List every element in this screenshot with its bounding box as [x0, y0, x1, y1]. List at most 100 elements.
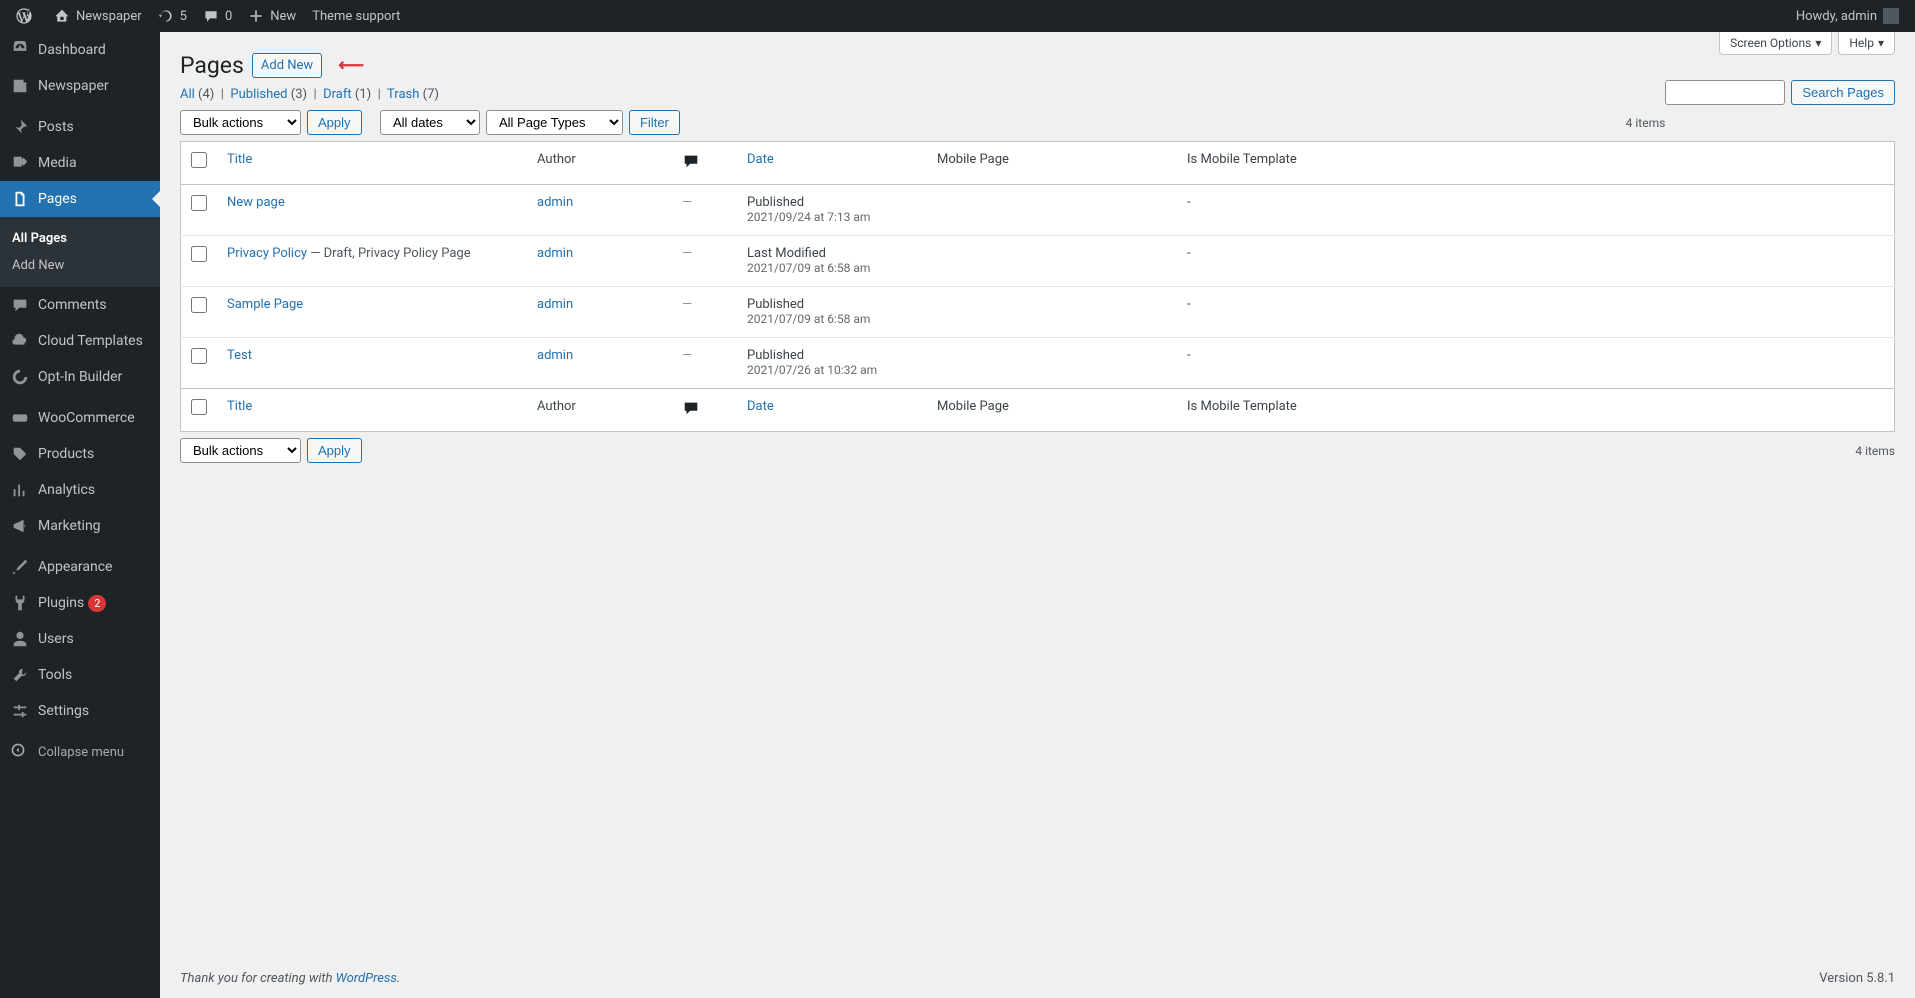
search-button[interactable]: Search Pages — [1791, 80, 1895, 105]
col-is-mobile-template: Is Mobile Template — [1177, 389, 1895, 432]
col-title[interactable]: Title — [227, 399, 252, 414]
items-count-bottom: 4 items — [1855, 444, 1895, 458]
bulk-actions-select-bottom[interactable]: Bulk actions — [180, 438, 301, 463]
optin-icon — [10, 367, 30, 387]
filter-draft[interactable]: Draft — [323, 87, 352, 102]
filter-button[interactable]: Filter — [629, 110, 680, 135]
admin-bar-right: Howdy, admin — [1788, 0, 1907, 32]
my-account[interactable]: Howdy, admin — [1788, 0, 1907, 32]
add-new-button[interactable]: Add New — [252, 53, 322, 78]
avatar — [1883, 8, 1899, 24]
select-all-checkbox-bottom[interactable] — [191, 399, 207, 415]
caret-down-icon: ▾ — [1878, 36, 1884, 50]
wordpress-icon — [16, 8, 32, 24]
collapse-menu[interactable]: Collapse menu — [0, 734, 160, 770]
col-author: Author — [527, 389, 672, 432]
col-title[interactable]: Title — [227, 152, 252, 167]
apply-button[interactable]: Apply — [307, 110, 362, 135]
row-datetime: 2021/07/09 at 6:58 am — [747, 312, 870, 326]
sidebar-item-optin[interactable]: Opt-In Builder — [0, 359, 160, 395]
plus-icon — [248, 8, 264, 24]
sidebar-item-users[interactable]: Users — [0, 621, 160, 657]
sidebar-item-appearance[interactable]: Appearance — [0, 549, 160, 585]
sidebar-item-products[interactable]: Products — [0, 436, 160, 472]
apply-button-bottom[interactable]: Apply — [307, 438, 362, 463]
comments-link[interactable]: 0 — [195, 0, 240, 32]
sidebar-item-woocommerce[interactable]: WooCommerce — [0, 400, 160, 436]
sidebar-item-label: Pages — [38, 190, 77, 208]
sidebar-item-pages[interactable]: Pages — [0, 181, 160, 217]
screen-options-toggle[interactable]: Screen Options ▾ — [1719, 32, 1832, 55]
sidebar-item-cloud-templates[interactable]: Cloud Templates — [0, 323, 160, 359]
filter-trash[interactable]: Trash — [387, 87, 419, 102]
comment-icon — [203, 8, 219, 24]
comment-icon — [682, 159, 700, 174]
items-count-top: 4 items — [1626, 116, 1666, 130]
select-all-checkbox[interactable] — [191, 152, 207, 168]
sidebar-item-tools[interactable]: Tools — [0, 657, 160, 693]
sidebar-item-comments[interactable]: Comments — [0, 287, 160, 323]
sidebar-item-label: Users — [38, 630, 74, 648]
sidebar-item-label: Tools — [38, 666, 72, 684]
row-comments-dash: — — [682, 195, 692, 210]
row-checkbox[interactable] — [191, 195, 207, 211]
help-toggle[interactable]: Help ▾ — [1838, 32, 1895, 55]
sidebar-item-settings[interactable]: Settings — [0, 693, 160, 729]
col-date[interactable]: Date — [747, 152, 774, 167]
sidebar-item-plugins[interactable]: Plugins2 — [0, 585, 160, 621]
sidebar-item-label: Comments — [38, 296, 107, 314]
col-date[interactable]: Date — [747, 399, 774, 414]
updates-link[interactable]: 5 — [150, 0, 195, 32]
sidebar-item-label: Plugins — [38, 594, 84, 612]
wrap: Pages Add New ⟵ All (4) | Published (3) … — [160, 32, 1915, 463]
row-author-link[interactable]: admin — [537, 195, 573, 210]
search-input[interactable] — [1665, 80, 1785, 105]
row-title-link[interactable]: New page — [227, 195, 285, 210]
sidebar-item-marketing[interactable]: Marketing — [0, 508, 160, 544]
sidebar-item-label: Posts — [38, 118, 74, 136]
row-title-link[interactable]: Sample Page — [227, 297, 303, 312]
filter-all[interactable]: All — [180, 87, 195, 102]
row-checkbox[interactable] — [191, 246, 207, 262]
submenu-add-new[interactable]: Add New — [0, 252, 160, 279]
filter-published[interactable]: Published — [230, 87, 287, 102]
sidebar-item-label: Media — [38, 154, 77, 172]
row-checkbox[interactable] — [191, 297, 207, 313]
sidebar-item-dashboard[interactable]: Dashboard — [0, 32, 160, 68]
sidebar-item-analytics[interactable]: Analytics — [0, 472, 160, 508]
row-status: Last Modified — [747, 246, 826, 261]
updates-count: 5 — [180, 9, 187, 24]
site-name-link[interactable]: Newspaper — [46, 0, 150, 32]
row-mobile: - — [1187, 348, 1191, 363]
sidebar-item-label: Products — [38, 445, 94, 463]
page-type-select[interactable]: All Page Types — [486, 110, 623, 135]
theme-support-link[interactable]: Theme support — [304, 0, 408, 32]
sidebar-item-newspaper[interactable]: Newspaper — [0, 68, 160, 104]
row-author-link[interactable]: admin — [537, 297, 573, 312]
table-row: New pageadmin—Published2021/09/24 at 7:1… — [181, 185, 1895, 236]
sidebar-item-label: Settings — [38, 702, 89, 720]
col-mobile-page: Mobile Page — [927, 142, 1177, 185]
sidebar-item-label: Marketing — [38, 517, 101, 535]
search-row: Search Pages — [1665, 80, 1895, 105]
row-status: Published — [747, 195, 804, 210]
admin-bar-left: Newspaper 5 0 New Theme support — [8, 0, 408, 32]
row-author-link[interactable]: admin — [537, 348, 573, 363]
submenu-all-pages[interactable]: All Pages — [0, 225, 160, 252]
megaphone-icon — [10, 516, 30, 536]
row-author-link[interactable]: admin — [537, 246, 573, 261]
screen-meta-links: Screen Options ▾ Help ▾ — [1719, 32, 1895, 55]
row-mobile: - — [1187, 246, 1191, 261]
sidebar-item-posts[interactable]: Posts — [0, 109, 160, 145]
analytics-icon — [10, 480, 30, 500]
new-content-link[interactable]: New — [240, 0, 304, 32]
wp-logo[interactable] — [8, 0, 46, 32]
wordpress-link[interactable]: WordPress — [336, 971, 397, 986]
row-title-link[interactable]: Test — [227, 348, 252, 363]
row-checkbox[interactable] — [191, 348, 207, 364]
date-filter-select[interactable]: All dates — [380, 110, 480, 135]
row-title-link[interactable]: Privacy Policy — [227, 246, 307, 261]
bulk-actions-select[interactable]: Bulk actions — [180, 110, 301, 135]
row-status: Published — [747, 297, 804, 312]
sidebar-item-media[interactable]: Media — [0, 145, 160, 181]
